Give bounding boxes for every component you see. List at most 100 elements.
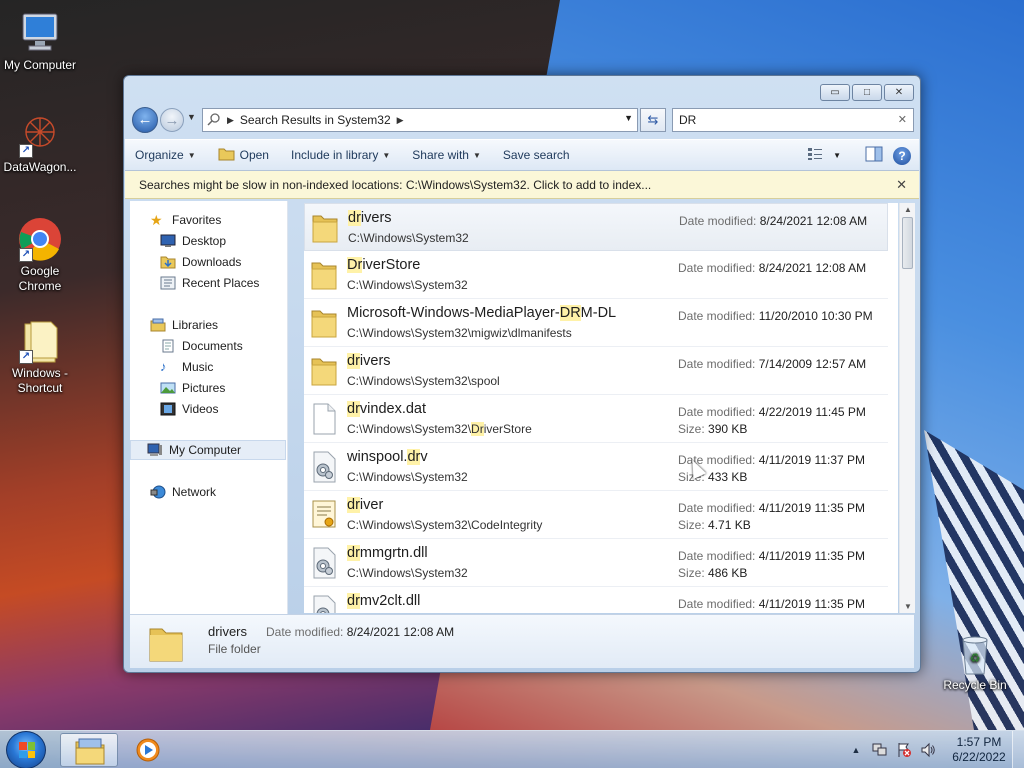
nav-favorites[interactable]: ★ Favorites bbox=[150, 210, 221, 230]
window-controls: ▭ □ ✕ bbox=[820, 84, 914, 101]
recent-places-icon bbox=[160, 276, 176, 290]
file-name-part: v bbox=[420, 449, 428, 465]
help-icon[interactable]: ? bbox=[893, 146, 911, 165]
include-in-library-button[interactable]: Include in library ▼ bbox=[291, 148, 390, 162]
desktop-icon-label: Google Chrome bbox=[18, 264, 62, 293]
history-dropdown[interactable]: ▼ bbox=[187, 112, 196, 122]
nav-libraries[interactable]: Libraries bbox=[150, 315, 218, 335]
open-button[interactable]: Open bbox=[218, 147, 269, 164]
action-center-icon[interactable] bbox=[895, 742, 913, 758]
share-with-button[interactable]: Share with ▼ bbox=[412, 148, 481, 162]
share-with-label: Share with bbox=[412, 148, 469, 162]
nav-recent-places[interactable]: Recent Places bbox=[160, 273, 259, 293]
scroll-thumb[interactable] bbox=[902, 217, 913, 269]
folder-icon bbox=[310, 355, 338, 387]
chevron-right-icon[interactable]: ▶ bbox=[397, 115, 404, 126]
index-info-bar[interactable]: Searches might be slow in non-indexed lo… bbox=[125, 171, 919, 199]
forward-button[interactable]: → bbox=[160, 108, 184, 132]
back-button[interactable]: ← bbox=[132, 107, 158, 133]
close-icon[interactable]: ✕ bbox=[896, 177, 907, 193]
address-row: ← → ▼ ▶ Search Results in System32 ▶ ▼ ⇆… bbox=[132, 107, 914, 133]
explorer-window[interactable]: ▭ □ ✕ ← → ▼ ▶ Search Results in System32… bbox=[123, 75, 921, 673]
maximize-button[interactable]: □ bbox=[852, 84, 882, 101]
start-button[interactable] bbox=[6, 731, 46, 768]
scroll-down-icon[interactable]: ▼ bbox=[904, 602, 912, 611]
file-row[interactable]: drmv2clt.dll Date modified: 4/11/2019 11:… bbox=[304, 587, 888, 613]
file-path-part: C:\Windows\System32 bbox=[347, 470, 468, 484]
nav-documents[interactable]: Documents bbox=[160, 336, 243, 356]
nav-pictures[interactable]: Pictures bbox=[160, 378, 225, 398]
file-name: drmv2clt.dll bbox=[347, 593, 420, 609]
nav-videos[interactable]: Videos bbox=[160, 399, 218, 419]
nav-music[interactable]: ♪ Music bbox=[160, 357, 213, 377]
file-row[interactable]: driver C:\Windows\System32\CodeIntegrity D… bbox=[304, 491, 888, 539]
system-file-icon bbox=[310, 595, 338, 613]
file-name: Microsoft-Windows-MediaPlayer-DRM-DL bbox=[347, 305, 616, 321]
date-label: Date modified: bbox=[678, 549, 759, 563]
certificate-icon bbox=[310, 499, 338, 531]
file-row[interactable]: drmmgrtn.dll C:\Windows\System32 Date modi… bbox=[304, 539, 888, 587]
desktop-icon-windows-shortcut[interactable]: ↗ Windows - Shortcut bbox=[0, 318, 80, 396]
vertical-scrollbar[interactable]: ▲ ▼ bbox=[899, 203, 915, 613]
clock[interactable]: 1:57 PM 6/22/2022 bbox=[946, 735, 1012, 765]
clear-search-icon[interactable]: ✕ bbox=[898, 113, 907, 126]
address-bar[interactable]: ▶ Search Results in System32 ▶ ▼ bbox=[202, 108, 638, 132]
organize-button[interactable]: Organize ▼ bbox=[135, 148, 196, 162]
file-name-part: M-DL bbox=[580, 305, 617, 321]
file-row[interactable]: winspool.drv C:\Windows\System32 Date modi… bbox=[304, 443, 888, 491]
save-search-button[interactable]: Save search bbox=[503, 148, 570, 162]
desktop-icon-datawagon[interactable]: ↗ DataWagon... bbox=[0, 112, 80, 175]
size-value: 390 KB bbox=[708, 422, 748, 436]
downloads-icon bbox=[160, 255, 176, 269]
nav-downloads[interactable]: Downloads bbox=[160, 252, 241, 272]
pictures-icon bbox=[160, 381, 176, 395]
search-input[interactable]: DR ✕ bbox=[672, 108, 914, 132]
size-value: 486 KB bbox=[708, 566, 748, 580]
nav-desktop[interactable]: Desktop bbox=[160, 231, 226, 251]
nav-network[interactable]: Network bbox=[150, 482, 216, 502]
volume-icon[interactable] bbox=[919, 742, 937, 758]
file-row[interactable]: drvindex.dat C:\Windows\System32\DriverSt… bbox=[304, 395, 888, 443]
nav-my-computer[interactable]: My Computer bbox=[130, 440, 286, 460]
desktop-icon-recycle-bin[interactable]: ♻ Recycle Bin bbox=[935, 632, 1015, 693]
file-row[interactable]: drivers C:\Windows\System32\spool Date mod… bbox=[304, 347, 888, 395]
file-name-part: vindex.dat bbox=[359, 401, 427, 417]
desktop-icon-label: Windows - Shortcut bbox=[11, 366, 68, 395]
details-type: File folder bbox=[208, 642, 261, 656]
details-pane: drivers Date modified: 8/24/2021 12:08 A… bbox=[130, 614, 914, 668]
documents-icon bbox=[160, 339, 176, 353]
chevron-down-icon: ▼ bbox=[187, 112, 196, 122]
file-path-part: C:\Windows\System32\spool bbox=[347, 374, 500, 388]
system-file-icon bbox=[310, 547, 338, 579]
include-in-library-label: Include in library bbox=[290, 148, 379, 162]
file-row[interactable]: drivers C:\Windows\System32 Date modified:… bbox=[304, 203, 888, 251]
nav-label: Downloads bbox=[182, 255, 242, 269]
close-button[interactable]: ✕ bbox=[884, 84, 914, 101]
computer-icon bbox=[147, 443, 163, 457]
file-date-modified: Date modified: 8/24/2021 12:08 AM bbox=[678, 261, 866, 275]
chevron-down-icon[interactable]: ▼ bbox=[624, 113, 633, 123]
size-label: Size: bbox=[678, 566, 709, 580]
file-path: C:\Windows\System32 bbox=[348, 231, 469, 245]
music-icon: ♪ bbox=[160, 359, 167, 374]
chevron-down-icon[interactable]: ▼ bbox=[833, 151, 841, 160]
minimize-button[interactable]: ▭ bbox=[820, 84, 850, 101]
desktop-icon-google-chrome[interactable]: ↗ Google Chrome bbox=[0, 216, 80, 294]
refresh-button[interactable]: ⇆ bbox=[640, 108, 666, 132]
file-row[interactable]: DriverStore C:\Windows\System32 Date modif… bbox=[304, 251, 888, 299]
open-label: Open bbox=[239, 148, 269, 162]
file-row[interactable]: Microsoft-Windows-MediaPlayer-DRM-DL C:\W… bbox=[304, 299, 888, 347]
taskbar-explorer[interactable] bbox=[60, 733, 118, 767]
scroll-up-icon[interactable]: ▲ bbox=[904, 205, 912, 214]
show-hidden-icons-icon[interactable]: ▲ bbox=[847, 742, 865, 758]
desktop-icon-my-computer[interactable]: My Computer bbox=[0, 10, 80, 73]
show-desktop-button[interactable] bbox=[1012, 731, 1024, 768]
breadcrumb[interactable]: Search Results in System32 bbox=[240, 113, 391, 127]
network-icon[interactable] bbox=[871, 742, 889, 758]
nav-label: Recent Places bbox=[182, 276, 260, 290]
date-label: Date modified: bbox=[678, 261, 759, 275]
search-match-highlight: dr bbox=[347, 497, 360, 513]
view-options-icon[interactable] bbox=[807, 147, 823, 164]
taskbar-media-player[interactable] bbox=[124, 733, 170, 767]
preview-pane-icon[interactable] bbox=[865, 146, 883, 165]
